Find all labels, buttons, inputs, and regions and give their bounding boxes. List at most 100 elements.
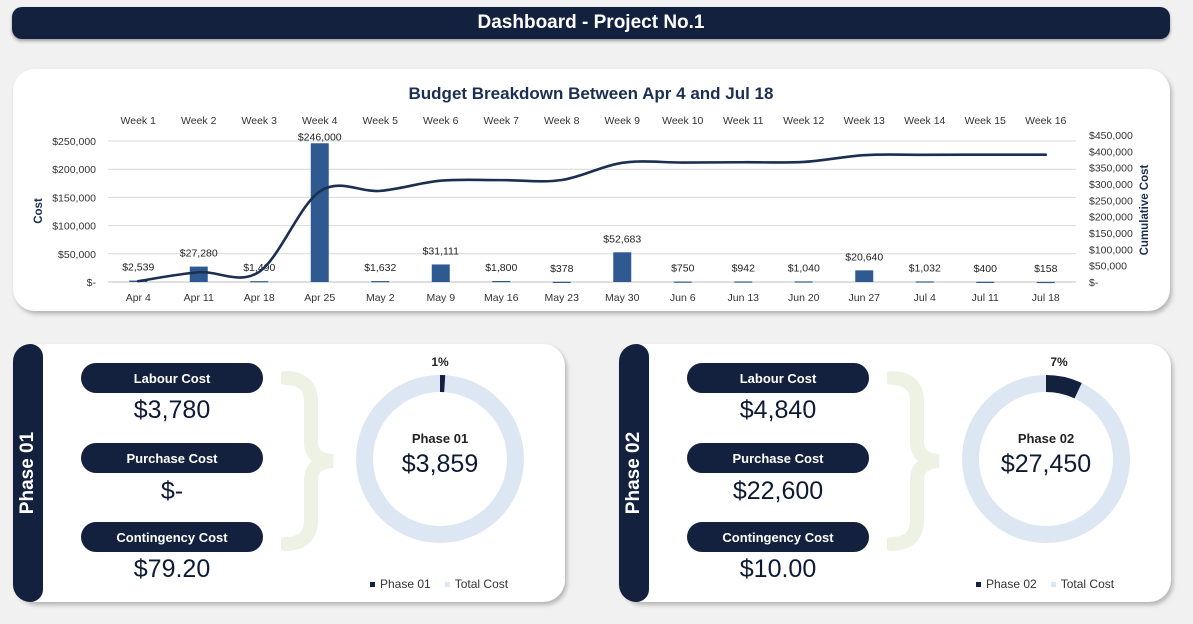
bar-value-label: $158 bbox=[1034, 263, 1058, 275]
bar-value-label: $400 bbox=[974, 263, 998, 275]
x-tick-label: Jun 6 bbox=[670, 292, 696, 304]
y-tick-label: $50,000 bbox=[58, 249, 96, 261]
x-tick-label: Apr 11 bbox=[184, 292, 214, 304]
phase-01-card: Phase 01 Labour Cost $3,780 Purchase Cos… bbox=[13, 344, 565, 602]
x-tick-label: May 23 bbox=[545, 292, 580, 304]
contingency-cost-value: $10.00 bbox=[739, 555, 817, 583]
week-label: Week 2 bbox=[181, 115, 217, 127]
y2-tick-label: $- bbox=[1089, 277, 1099, 289]
bar bbox=[794, 281, 813, 283]
week-label: Week 13 bbox=[844, 115, 885, 127]
x-tick-label: Jun 13 bbox=[727, 292, 759, 304]
legend-phase-02: Phase 02 bbox=[976, 577, 1037, 591]
week-label: Week 10 bbox=[662, 115, 703, 127]
purchase-cost-value: $22,600 bbox=[732, 477, 824, 505]
chart-title: Budget Breakdown Between Apr 4 and Jul 1… bbox=[409, 84, 774, 103]
purchase-cost-value: $- bbox=[160, 477, 184, 505]
week-label: Week 8 bbox=[544, 115, 580, 127]
bar-value-label: $1,032 bbox=[909, 262, 941, 274]
y2-tick-label: $400,000 bbox=[1089, 146, 1133, 158]
week-label: Week 14 bbox=[904, 115, 945, 127]
bar bbox=[976, 281, 995, 283]
x-tick-label: Jun 27 bbox=[848, 292, 880, 304]
budget-chart: Budget Breakdown Between Apr 4 and Jul 1… bbox=[33, 84, 1151, 304]
x-tick-label: May 2 bbox=[366, 292, 395, 304]
y2-tick-label: $100,000 bbox=[1089, 244, 1133, 256]
week-label: Week 9 bbox=[605, 115, 641, 127]
phase-01-side-bar: Phase 01 bbox=[13, 344, 43, 602]
x-tick-label: May 9 bbox=[426, 292, 455, 304]
bar-value-label: $27,280 bbox=[180, 248, 218, 260]
x-tick-label: Apr 25 bbox=[304, 292, 335, 304]
bar bbox=[431, 264, 450, 282]
bar bbox=[189, 266, 208, 282]
labour-cost-pill: Labour Cost bbox=[687, 363, 869, 393]
legend-total-cost: Total Cost bbox=[444, 577, 508, 591]
y-tick-label: $200,000 bbox=[52, 164, 96, 176]
y-tick-label: $100,000 bbox=[52, 221, 96, 233]
y2-tick-label: $450,000 bbox=[1089, 130, 1133, 142]
week-label: Week 4 bbox=[302, 115, 338, 127]
week-label: Week 7 bbox=[484, 115, 520, 127]
y2-tick-label: $250,000 bbox=[1089, 195, 1133, 207]
y-tick-label: $250,000 bbox=[52, 136, 96, 148]
y2-tick-label: $300,000 bbox=[1089, 179, 1133, 191]
x-tick-label: Jul 11 bbox=[972, 292, 999, 304]
phase-01-percent-label: 1% bbox=[431, 355, 449, 369]
y2-tick-label: $50,000 bbox=[1089, 261, 1127, 273]
y-axis-title: Cost bbox=[33, 198, 45, 224]
phase-02-side-bar: Phase 02 bbox=[619, 344, 649, 602]
bar-value-label: $378 bbox=[550, 263, 574, 275]
y-tick-label: $150,000 bbox=[52, 192, 96, 204]
bar-value-label: $942 bbox=[732, 262, 756, 274]
labour-cost-pill: Labour Cost bbox=[81, 363, 263, 393]
labour-cost-value: $4,840 bbox=[739, 396, 817, 424]
purchase-cost-pill: Purchase Cost bbox=[81, 443, 263, 473]
bar bbox=[1036, 281, 1055, 284]
phase-02-side-label: Phase 02 bbox=[623, 431, 644, 515]
bar-value-label: $2,539 bbox=[122, 262, 154, 274]
bar bbox=[855, 270, 874, 282]
x-tick-label: May 16 bbox=[484, 292, 519, 304]
bar bbox=[310, 143, 329, 282]
legend-phase-01: Phase 01 bbox=[370, 577, 431, 591]
bar-value-label: $20,640 bbox=[845, 251, 883, 263]
phase-01-legend: Phase 01 Total Cost bbox=[370, 577, 508, 591]
x-tick-label: Jul 18 bbox=[1032, 292, 1060, 304]
y-tick-label: $- bbox=[87, 277, 97, 289]
contingency-cost-value: $79.20 bbox=[133, 555, 211, 583]
legend-total-cost: Total Cost bbox=[1050, 577, 1114, 591]
y2-tick-label: $350,000 bbox=[1089, 163, 1133, 175]
brace-decoration bbox=[281, 371, 334, 551]
week-label: Week 6 bbox=[423, 115, 459, 127]
bar-value-label: $1,040 bbox=[788, 262, 820, 274]
bar bbox=[552, 281, 571, 283]
x-tick-label: May 30 bbox=[605, 292, 640, 304]
bar bbox=[492, 280, 511, 283]
bar bbox=[371, 281, 390, 283]
week-label: Week 16 bbox=[1025, 115, 1066, 127]
phase-02-card: Phase 02 Labour Cost $4,840 Purchase Cos… bbox=[619, 344, 1171, 602]
week-label: Week 3 bbox=[242, 115, 278, 127]
budget-chart-card: Budget Breakdown Between Apr 4 and Jul 1… bbox=[13, 69, 1170, 311]
bar-value-label: $31,111 bbox=[423, 245, 460, 257]
week-label: Week 5 bbox=[363, 115, 399, 127]
phase-02-donut-title: Phase 02 bbox=[1017, 431, 1075, 446]
purchase-cost-pill: Purchase Cost bbox=[687, 443, 869, 473]
week-label: Week 15 bbox=[965, 115, 1006, 127]
phase-01-donut-value: $3,859 bbox=[401, 450, 479, 478]
contingency-cost-pill: Contingency Cost bbox=[687, 522, 869, 552]
bar bbox=[734, 281, 753, 283]
x-tick-label: Jul 4 bbox=[914, 292, 936, 304]
week-label: Week 12 bbox=[783, 115, 824, 127]
y2-axis-title: Cumulative Cost bbox=[1139, 164, 1151, 255]
labour-cost-value: $3,780 bbox=[133, 396, 211, 424]
week-label: Week 11 bbox=[723, 115, 764, 127]
dashboard-title: Dashboard - Project No.1 bbox=[12, 7, 1170, 39]
bar bbox=[673, 281, 692, 283]
bar bbox=[250, 281, 269, 283]
phase-02-donut-value: $27,450 bbox=[1000, 450, 1092, 478]
bar-value-label: $246,000 bbox=[298, 131, 342, 143]
bar-value-label: $52,683 bbox=[603, 233, 641, 245]
bar-value-label: $750 bbox=[671, 263, 695, 275]
